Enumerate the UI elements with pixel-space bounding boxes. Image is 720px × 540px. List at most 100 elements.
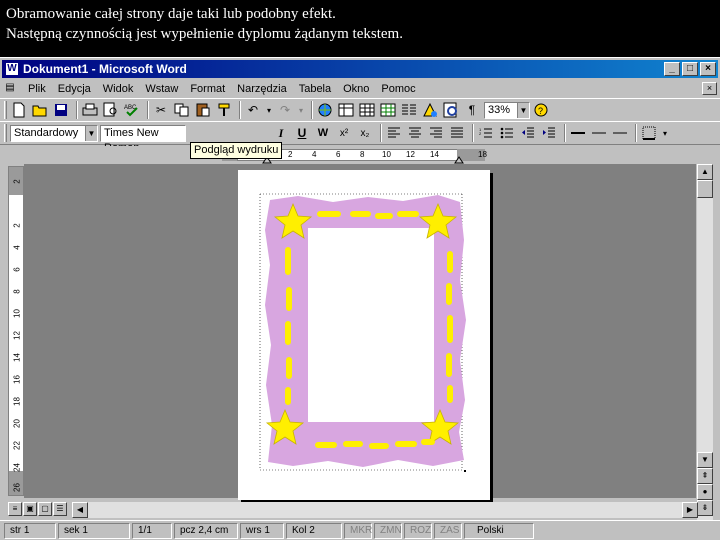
insert-excel-icon[interactable] <box>379 101 397 119</box>
menu-help[interactable]: Pomoc <box>381 83 415 95</box>
toolbar-grip[interactable] <box>4 124 7 142</box>
borders-icon[interactable] <box>640 124 658 142</box>
menu-insert[interactable]: Wstaw <box>145 83 178 95</box>
status-line[interactable]: wrs 1 <box>240 522 284 539</box>
horizontal-ruler[interactable]: 2 2 4 6 8 10 12 14 18 <box>22 146 698 164</box>
right-indent-marker-icon[interactable] <box>454 156 464 164</box>
justify-icon[interactable] <box>448 124 466 142</box>
status-language[interactable]: Polski <box>464 522 534 539</box>
chevron-down-icon[interactable]: ▼ <box>517 102 529 118</box>
underline-button[interactable]: U <box>293 124 311 142</box>
zoom-value: 33% <box>488 103 511 116</box>
status-position[interactable]: pcz 2,4 cm <box>174 522 238 539</box>
page-border-art <box>259 193 466 472</box>
maximize-button[interactable]: □ <box>682 62 698 76</box>
next-page-icon[interactable]: ⇟ <box>697 500 713 516</box>
status-column[interactable]: Kol 2 <box>286 522 342 539</box>
undo-icon[interactable]: ↶ <box>244 101 262 119</box>
web-layout-icon[interactable]: ▣ <box>23 502 37 516</box>
status-section[interactable]: sek 1 <box>58 522 130 539</box>
office-assistant-icon[interactable]: ? <box>532 101 550 119</box>
strikethrough-icon[interactable]: W <box>314 124 332 142</box>
spelling-icon[interactable]: ABC <box>123 101 141 119</box>
menu-file[interactable]: Plik <box>28 83 46 95</box>
slide-caption: Obramowanie całej strony daje taki lub p… <box>6 4 714 44</box>
undo-dropdown-icon[interactable]: ▾ <box>265 101 273 119</box>
paste-icon[interactable] <box>194 101 212 119</box>
bullets-icon[interactable] <box>498 124 516 142</box>
window-title: Dokument1 - Microsoft Word <box>23 62 187 76</box>
italic-button[interactable]: I <box>272 124 290 142</box>
menu-view[interactable]: Widok <box>103 83 134 95</box>
align-center-icon[interactable] <box>406 124 424 142</box>
scroll-left-icon[interactable]: ◀ <box>72 502 88 518</box>
document-close-button[interactable]: × <box>702 82 717 95</box>
title-bar[interactable]: W Dokument1 - Microsoft Word _ □ × <box>2 60 718 78</box>
menu-format[interactable]: Format <box>190 83 225 95</box>
scroll-down-icon[interactable]: ▼ <box>697 452 713 468</box>
horizontal-scrollbar[interactable]: ◀ ▶ <box>72 502 698 518</box>
toolbar-separator <box>380 124 382 142</box>
align-right-icon[interactable] <box>427 124 445 142</box>
toolbar-grip[interactable] <box>4 101 7 119</box>
redo-icon[interactable]: ↷ <box>276 101 294 119</box>
hyperlink-icon[interactable] <box>316 101 334 119</box>
status-ext[interactable]: ROZ <box>404 522 432 539</box>
new-document-icon[interactable] <box>10 101 28 119</box>
save-disk-icon[interactable] <box>52 101 70 119</box>
print-preview-icon[interactable] <box>102 101 120 119</box>
document-workspace <box>24 164 696 500</box>
align-left-icon[interactable] <box>385 124 403 142</box>
scroll-up-icon[interactable]: ▲ <box>697 164 713 180</box>
cut-icon[interactable]: ✂ <box>152 101 170 119</box>
word-app-icon[interactable]: W <box>5 62 19 76</box>
document-map-icon[interactable] <box>442 101 460 119</box>
menu-table[interactable]: Tabela <box>299 83 331 95</box>
scroll-right-icon[interactable]: ▶ <box>682 502 698 518</box>
document-page[interactable] <box>238 170 490 500</box>
zoom-select[interactable]: 33% ▼ <box>484 101 530 119</box>
copy-icon[interactable] <box>173 101 191 119</box>
status-page[interactable]: str 1 <box>4 522 56 539</box>
status-page-count[interactable]: 1/1 <box>132 522 172 539</box>
pilcrow-icon[interactable]: ¶ <box>463 101 481 119</box>
font-select[interactable]: Times New Roman <box>100 124 186 154</box>
superscript-icon[interactable]: x² <box>335 124 353 142</box>
document-icon[interactable]: ▤ <box>2 82 18 96</box>
border-double-icon[interactable] <box>590 124 608 142</box>
drawing-icon[interactable] <box>421 101 439 119</box>
increase-indent-icon[interactable] <box>540 124 558 142</box>
vertical-ruler[interactable]: 2 2 4 6 8 10 12 14 16 18 20 22 24 26 <box>8 166 24 496</box>
minimize-button[interactable]: _ <box>664 62 680 76</box>
open-folder-icon[interactable] <box>31 101 49 119</box>
format-painter-icon[interactable] <box>215 101 233 119</box>
print-layout-icon[interactable]: ▢ <box>38 502 52 516</box>
normal-view-icon[interactable]: ≡ <box>8 502 22 516</box>
status-trk[interactable]: ZMN <box>374 522 402 539</box>
border-line-icon[interactable] <box>569 124 587 142</box>
status-ovr[interactable]: ZAS <box>434 522 462 539</box>
insert-table-icon[interactable] <box>358 101 376 119</box>
decrease-indent-icon[interactable] <box>519 124 537 142</box>
style-select[interactable]: Standardowy ▼ <box>10 124 98 142</box>
printer-icon[interactable] <box>81 101 99 119</box>
menu-tools[interactable]: Narzędzia <box>237 83 287 95</box>
close-button[interactable]: × <box>700 62 716 76</box>
outline-view-icon[interactable]: ☰ <box>53 502 67 516</box>
menu-window[interactable]: Okno <box>343 83 369 95</box>
vertical-scrollbar[interactable]: ▲ ▼ ⇞ ● ⇟ <box>697 164 713 520</box>
chevron-down-icon[interactable]: ▼ <box>85 125 97 141</box>
borders-dropdown-icon[interactable]: ▾ <box>661 124 669 142</box>
browse-object-icon[interactable]: ● <box>697 484 713 500</box>
redo-dropdown-icon[interactable]: ▾ <box>297 101 305 119</box>
border-style-icon[interactable] <box>611 124 629 142</box>
columns-icon[interactable] <box>400 101 418 119</box>
menu-edit[interactable]: Edycja <box>58 83 91 95</box>
previous-page-icon[interactable]: ⇞ <box>697 468 713 484</box>
numbering-icon[interactable]: 12 <box>477 124 495 142</box>
scroll-thumb[interactable] <box>697 180 713 198</box>
toolbar-separator <box>635 124 637 142</box>
status-rec[interactable]: MKR <box>344 522 372 539</box>
tables-borders-icon[interactable] <box>337 101 355 119</box>
subscript-icon[interactable]: x₂ <box>356 124 374 142</box>
